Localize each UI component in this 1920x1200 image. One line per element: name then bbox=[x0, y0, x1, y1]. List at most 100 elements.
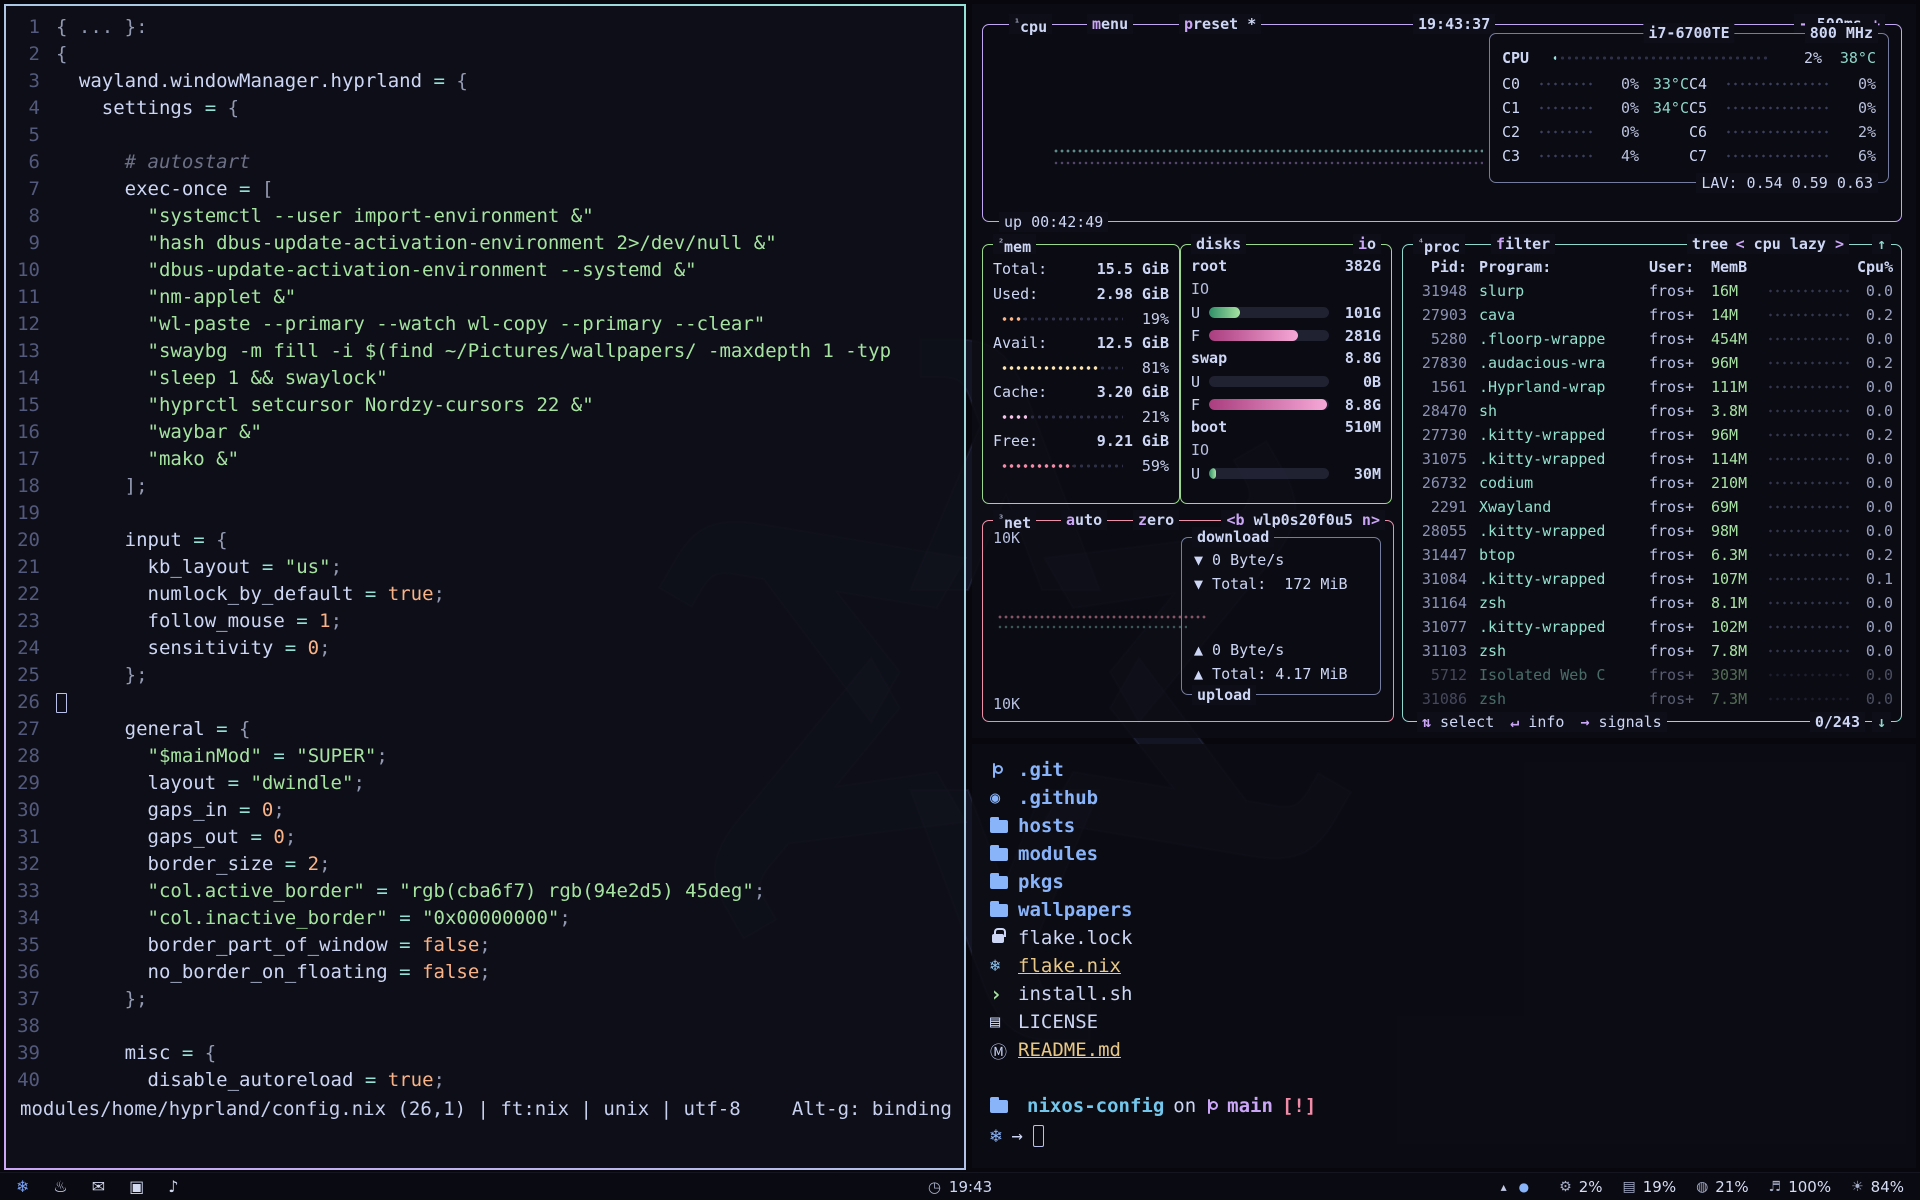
process-row[interactable]: 31075.kitty-wrappedfros+114M0.0 bbox=[1411, 447, 1893, 471]
menu-button[interactable]: menu bbox=[1087, 14, 1133, 34]
process-row[interactable]: 31948slurpfros+16M0.0 bbox=[1411, 279, 1893, 303]
code-line[interactable]: 31 gaps_out = 0; bbox=[12, 824, 964, 851]
shell-input-line[interactable]: ❄ → bbox=[990, 1122, 1898, 1150]
launcher-flame-icon[interactable]: ♨ bbox=[53, 1177, 67, 1196]
clock-module[interactable]: ◷ 19:43 bbox=[928, 1178, 992, 1196]
cpu-total-label: CPU bbox=[1502, 49, 1544, 67]
launcher-music-icon[interactable]: ♪ bbox=[168, 1177, 178, 1196]
code-line[interactable]: 15 "hyprctl setcursor Nordzy-cursors 22 … bbox=[12, 392, 964, 419]
process-row[interactable]: 27830.audacious-wrafros+96M0.2 bbox=[1411, 351, 1893, 375]
code-line[interactable]: 10 "dbus-update-activation-environment -… bbox=[12, 257, 964, 284]
brightness-module[interactable]: ☀84% bbox=[1851, 1178, 1904, 1196]
code-line[interactable]: 17 "mako &" bbox=[12, 446, 964, 473]
code-line[interactable]: 18 ]; bbox=[12, 473, 964, 500]
process-table-header[interactable]: Pid: Program: User: MemB Cpu% bbox=[1411, 255, 1893, 279]
code-line[interactable]: 2{ bbox=[12, 41, 964, 68]
code-line[interactable]: 3 wayland.windowManager.hyprland = { bbox=[12, 68, 964, 95]
process-row[interactable]: 28470shfros+3.8M0.0 bbox=[1411, 399, 1893, 423]
code-line[interactable]: 12 "wl-paste --primary --watch wl-copy -… bbox=[12, 311, 964, 338]
code-line[interactable]: 34 "col.inactive_border" = "0x00000000"; bbox=[12, 905, 964, 932]
process-row[interactable]: 1561.Hyprland-wrapfros+111M0.0 bbox=[1411, 375, 1893, 399]
code-line[interactable]: 32 border_size = 2; bbox=[12, 851, 964, 878]
code-line[interactable]: 7 exec-once = [ bbox=[12, 176, 964, 203]
btop-window[interactable]: ¹cpu menu preset * 19:43:37 - 500ms + i7… bbox=[972, 4, 1916, 738]
process-row[interactable]: 26732codiumfros+210M0.0 bbox=[1411, 471, 1893, 495]
process-row[interactable]: 31164zshfros+8.1M0.0 bbox=[1411, 591, 1893, 615]
code-line[interactable]: 4 settings = { bbox=[12, 95, 964, 122]
process-row[interactable]: 28055.kitty-wrappedfros+98M0.0 bbox=[1411, 519, 1893, 543]
code-line[interactable]: 25 }; bbox=[12, 662, 964, 689]
code-line[interactable]: 1{ ... }: bbox=[12, 14, 964, 41]
code-line[interactable]: 16 "waybar &" bbox=[12, 419, 964, 446]
disk-module[interactable]: ◍21% bbox=[1696, 1178, 1749, 1196]
process-row[interactable]: 2291Xwaylandfros+69M0.0 bbox=[1411, 495, 1893, 519]
code-line[interactable]: 26 bbox=[12, 689, 964, 716]
tray-network-icon[interactable]: ● bbox=[1519, 1180, 1529, 1194]
cpu-usage-graph-secondary bbox=[1053, 161, 1483, 165]
filter-button[interactable]: filter bbox=[1491, 234, 1555, 254]
code-line[interactable]: 30 gaps_in = 0; bbox=[12, 797, 964, 824]
code-line[interactable]: 13 "swaybg -m fill -i $(find ~/Pictures/… bbox=[12, 338, 964, 365]
nixos-menu-button[interactable]: ❄ bbox=[16, 1177, 29, 1196]
disk-name-row: swap8.8G bbox=[1191, 347, 1381, 370]
process-row[interactable]: 31447btopfros+6.3M0.2 bbox=[1411, 543, 1893, 567]
line-number: 6 bbox=[12, 149, 56, 176]
process-row[interactable]: 31077.kitty-wrappedfros+102M0.0 bbox=[1411, 615, 1893, 639]
code-line[interactable]: 8 "systemctl --user import-environment &… bbox=[12, 203, 964, 230]
cpu-module[interactable]: ⚙2% bbox=[1559, 1178, 1602, 1196]
process-row[interactable]: 27903cavafros+14M0.2 bbox=[1411, 303, 1893, 327]
net-zero-button[interactable]: zero bbox=[1133, 510, 1179, 530]
sort-right-arrow[interactable]: > bbox=[1835, 235, 1844, 253]
sort-column-control[interactable]: < cpu lazy > bbox=[1731, 234, 1849, 254]
net-auto-button[interactable]: auto bbox=[1061, 510, 1107, 530]
preset-button[interactable]: preset * bbox=[1179, 14, 1261, 34]
code-line[interactable]: 28 "$mainMod" = "SUPER"; bbox=[12, 743, 964, 770]
process-row[interactable]: 31084.kitty-wrappedfros+107M0.1 bbox=[1411, 567, 1893, 591]
proc-footer-signals[interactable]: → signals bbox=[1580, 712, 1661, 732]
code-line[interactable]: 38 bbox=[12, 1013, 964, 1040]
code-line[interactable]: 11 "nm-applet &" bbox=[12, 284, 964, 311]
code-line[interactable]: 27 general = { bbox=[12, 716, 964, 743]
process-row[interactable]: 5280.floorp-wrappefros+454M0.0 bbox=[1411, 327, 1893, 351]
sort-left-arrow[interactable]: < bbox=[1736, 235, 1745, 253]
launcher-screenshot-icon[interactable]: ▣ bbox=[129, 1177, 144, 1196]
code-line[interactable]: 23 follow_mouse = 1; bbox=[12, 608, 964, 635]
git-icon bbox=[990, 762, 1003, 779]
io-toggle-button[interactable]: io bbox=[1353, 234, 1381, 254]
tray-arrow-icon[interactable]: ▴ bbox=[1501, 1180, 1507, 1194]
proc-scroll-down-icon[interactable]: ↓ bbox=[1872, 712, 1891, 732]
line-number: 14 bbox=[12, 365, 56, 392]
code-line[interactable]: 35 border_part_of_window = false; bbox=[12, 932, 964, 959]
memory-module[interactable]: ▤19% bbox=[1623, 1178, 1677, 1196]
code-line[interactable]: 14 "sleep 1 && swaylock" bbox=[12, 365, 964, 392]
code-line[interactable]: 19 bbox=[12, 500, 964, 527]
proc-scroll-up-icon[interactable]: ↑ bbox=[1872, 234, 1891, 254]
code-line[interactable]: 20 input = { bbox=[12, 527, 964, 554]
code-line[interactable]: 9 "hash dbus-update-activation-environme… bbox=[12, 230, 964, 257]
process-row[interactable]: 31086zshfros+7.3M0.0 bbox=[1411, 687, 1893, 711]
proc-footer-select[interactable]: ⇅ select bbox=[1422, 712, 1494, 732]
volume-module[interactable]: ♬100% bbox=[1769, 1178, 1831, 1196]
tree-toggle-button[interactable]: tree bbox=[1687, 234, 1733, 254]
code-line[interactable]: 24 sensitivity = 0; bbox=[12, 635, 964, 662]
code-line[interactable]: 33 "col.active_border" = "rgb(cba6f7) rg… bbox=[12, 878, 964, 905]
code-area[interactable]: 1{ ... }:2{3 wayland.windowManager.hyprl… bbox=[12, 14, 964, 1094]
code-line[interactable]: 29 layout = "dwindle"; bbox=[12, 770, 964, 797]
code-line[interactable]: 6 # autostart bbox=[12, 149, 964, 176]
terminal-window[interactable]: .git◉.githubhostsmodulespkgswallpapersfl… bbox=[972, 744, 1916, 1168]
process-row[interactable]: 27730.kitty-wrappedfros+96M0.2 bbox=[1411, 423, 1893, 447]
launcher-chat-icon[interactable]: ✉ bbox=[92, 1177, 105, 1196]
line-number: 34 bbox=[12, 905, 56, 932]
code-line[interactable]: 22 numlock_by_default = true; bbox=[12, 581, 964, 608]
proc-footer-info[interactable]: ↵ info bbox=[1510, 712, 1564, 732]
code-line[interactable]: 5 bbox=[12, 122, 964, 149]
code-line[interactable]: 36 no_border_on_floating = false; bbox=[12, 959, 964, 986]
process-row[interactable]: 5712Isolated Web Cfros+303M0.0 bbox=[1411, 663, 1893, 687]
editor-window[interactable]: 1{ ... }:2{3 wayland.windowManager.hyprl… bbox=[4, 4, 966, 1170]
code-line[interactable]: 21 kb_layout = "us"; bbox=[12, 554, 964, 581]
code-line[interactable]: 39 misc = { bbox=[12, 1040, 964, 1067]
disks-box-title: disks bbox=[1191, 234, 1246, 254]
code-line[interactable]: 37 }; bbox=[12, 986, 964, 1013]
process-row[interactable]: 31103zshfros+7.8M0.0 bbox=[1411, 639, 1893, 663]
code-line[interactable]: 40 disable_autoreload = true; bbox=[12, 1067, 964, 1094]
